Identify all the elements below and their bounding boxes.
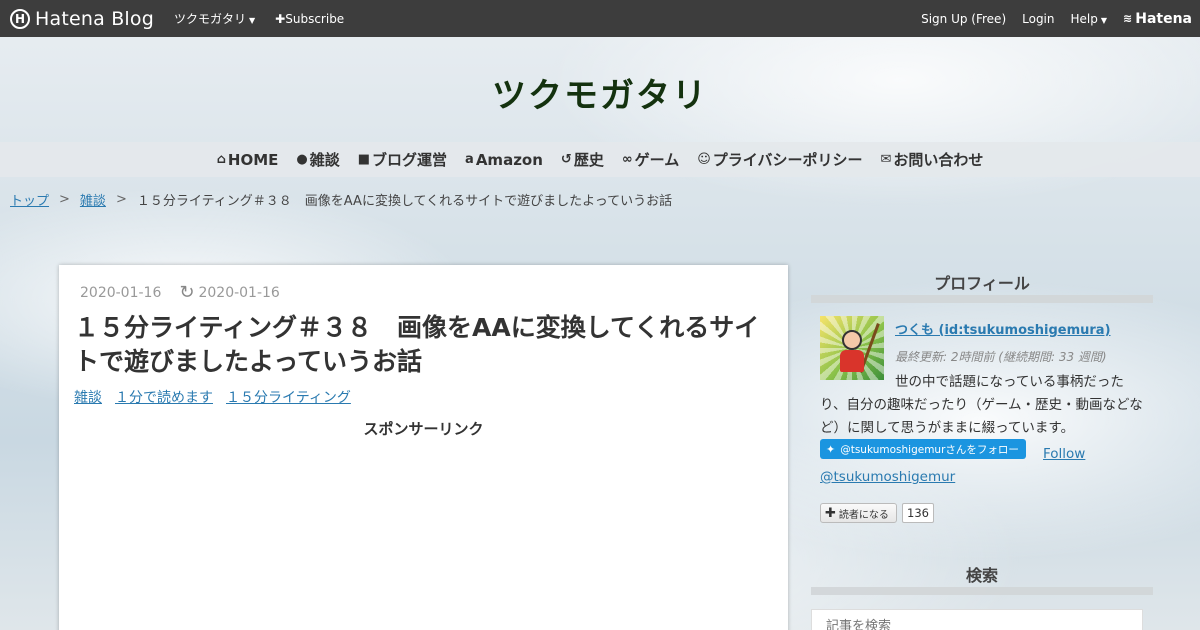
nav-label: プライバシーポリシー	[712, 151, 863, 169]
reader-button-label: 読者になる	[838, 509, 889, 521]
blogger-icon: ■	[357, 152, 371, 167]
hatena-label: Hatena	[1135, 10, 1192, 27]
hatena-topbar: H Hatena Blog ツクモガタリ ▼ ✚Subscribe Sign Up…	[0, 0, 1200, 37]
follow-link[interactable]: Follow	[1043, 446, 1085, 462]
profile-heading: プロフィール	[934, 274, 1030, 293]
blog-title[interactable]: ツクモガタリ	[0, 68, 1200, 117]
nav-label: 雑談	[309, 151, 340, 169]
category-link[interactable]: 雑談	[74, 387, 102, 407]
history-icon: ↺	[560, 152, 572, 167]
twitter-follow-button[interactable]: ✦ @tsukumoshigemurさんをフォロー	[820, 439, 1026, 459]
breadcrumb-current: １５分ライティング＃３８ 画像をAAに変換してくれるサイトで遊びましたよっていう…	[136, 194, 673, 209]
updated-icon: ↻	[179, 282, 195, 303]
breadcrumb-category-link[interactable]: 雑談	[80, 190, 106, 209]
topbar-right: Sign Up (Free) Login Help ▼ ≋ Hatena	[905, 11, 1192, 27]
signup-link[interactable]: Sign Up (Free)	[921, 12, 1006, 26]
article-categories: 雑談 １分で読めます １５分ライティング	[74, 387, 364, 407]
breadcrumb-top-link[interactable]: トップ	[10, 190, 49, 209]
amazon-icon: a	[465, 152, 474, 167]
hatena-logo-icon: H	[10, 8, 30, 29]
hatena-blog-logo[interactable]: H Hatena Blog	[10, 8, 154, 30]
caret-down-icon: ▼	[249, 16, 256, 25]
global-nav: ⌂ HOME ● 雑談 ■ ブログ運営 a Amazon ↺ 歴史 ∞ ゲーム ☺ プライバシ…	[0, 142, 1200, 177]
hatena-logo-link[interactable]: ≋ Hatena	[1123, 11, 1192, 27]
gamepad-icon: ∞	[621, 152, 633, 167]
help-dropdown[interactable]: Help ▼	[1071, 12, 1108, 26]
profile-description: 世の中で話題になっている事柄だったり、自分の趣味だったり（ゲーム・歴史・動画など…	[820, 371, 1150, 440]
nav-label: 歴史	[573, 151, 604, 169]
nav-item-game[interactable]: ∞ ゲーム	[622, 149, 679, 170]
nav-label: お問い合わせ	[893, 151, 984, 169]
search-input[interactable]	[811, 609, 1143, 630]
nav-item-privacy-policy[interactable]: ☺ プライバシーポリシー	[697, 149, 862, 170]
nav-item-history[interactable]: ↺ 歴史	[561, 149, 604, 170]
search-heading: 検索	[965, 566, 998, 585]
article-title[interactable]: １５分ライティング＃３８ 画像をAAに変換してくれるサイトで遊びましたよっていう…	[74, 311, 774, 379]
subscribe-label: Subscribe	[285, 11, 345, 26]
avatar-face	[842, 330, 862, 350]
nav-label: HOME	[227, 150, 279, 169]
article-dates: 2020-01-16 ↻ 2020-01-16	[80, 284, 280, 302]
nav-label: ゲーム	[634, 151, 680, 169]
blog-menu-dropdown[interactable]: ツクモガタリ ▼	[174, 10, 255, 27]
search-heading-underline	[811, 587, 1153, 595]
smile-icon: ☺	[697, 152, 711, 167]
breadcrumb: トップ > 雑談 > １５分ライティング＃３８ 画像をAAに変換してくれるサイト…	[10, 190, 672, 209]
nav-item-chat[interactable]: ● 雑談	[296, 149, 339, 170]
nav-label: Amazon	[475, 150, 543, 169]
sponsor-link-label: スポンサーリンク	[363, 420, 484, 438]
breadcrumb-separator: >	[115, 192, 127, 207]
caret-down-icon: ▼	[1100, 15, 1108, 25]
nav-item-amazon[interactable]: a Amazon	[465, 151, 543, 169]
nav-item-home[interactable]: ⌂ HOME	[217, 151, 279, 169]
blog-menu-label: ツクモガタリ	[174, 12, 247, 26]
hatena-mark-icon: ≋	[1123, 12, 1133, 25]
plus-icon: ✚	[275, 11, 286, 26]
help-label: Help	[1070, 11, 1098, 26]
hatena-blog-logo-text: Hatena Blog	[35, 7, 154, 30]
category-link[interactable]: １分で読めます	[115, 387, 213, 407]
article-card: 2020-01-16 ↻ 2020-01-16 １５分ライティング＃３８ 画像を…	[59, 265, 788, 630]
home-icon: ⌂	[216, 152, 226, 167]
published-date[interactable]: 2020-01-16	[80, 285, 161, 301]
profile-heading-underline	[811, 295, 1153, 303]
breadcrumb-separator: >	[59, 192, 70, 207]
nav-label: ブログ運営	[372, 151, 448, 169]
avatar-body	[840, 350, 864, 372]
follow-handle-link[interactable]: @tsukumoshigemur	[820, 469, 955, 485]
profile-name-link[interactable]: つくも (id:tsukumoshigemura)	[895, 319, 1111, 338]
plus-icon: ✚	[825, 505, 836, 521]
twitter-follow-label: @tsukumoshigemurさんをフォロー	[840, 443, 1019, 456]
updated-date: 2020-01-16	[198, 285, 280, 301]
reader-count-badge: 136	[902, 503, 934, 523]
twitter-bird-icon: ✦	[826, 442, 836, 456]
nav-item-contact[interactable]: ✉ お問い合わせ	[881, 149, 984, 170]
profile-last-updated: 最終更新: 2時間前 (継続期間: 33 週間)	[895, 350, 1107, 364]
subscribe-reader-button[interactable]: ✚ 読者になる	[820, 503, 897, 523]
profile-description-text: 世の中で話題になっている事柄だったり、自分の趣味だったり（ゲーム・歴史・動画など…	[820, 374, 1143, 436]
category-link[interactable]: １５分ライティング	[226, 387, 351, 407]
login-link[interactable]: Login	[1022, 12, 1054, 26]
subscribe-button[interactable]: ✚Subscribe	[275, 12, 344, 26]
chat-icon: ●	[296, 152, 308, 167]
envelope-icon: ✉	[880, 152, 892, 167]
nav-item-blog-management[interactable]: ■ ブログ運営	[358, 149, 447, 170]
